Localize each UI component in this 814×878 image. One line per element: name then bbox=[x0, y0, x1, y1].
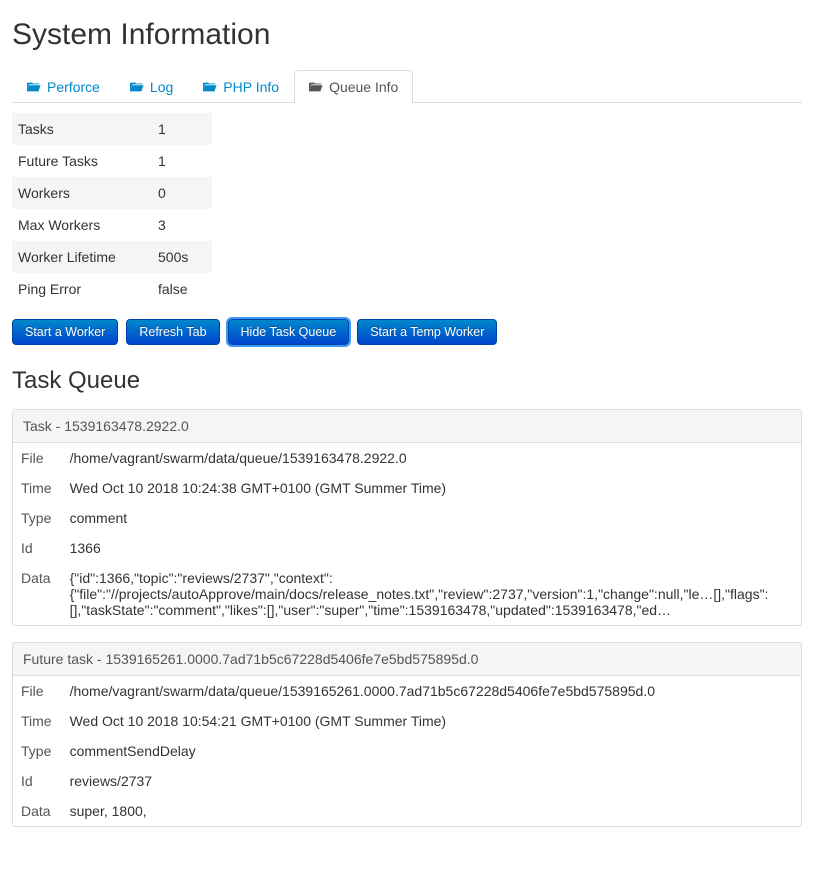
stat-value: 500s bbox=[152, 241, 212, 273]
task-queue-title: Task Queue bbox=[12, 367, 802, 395]
stat-label: Worker Lifetime bbox=[12, 241, 152, 273]
field-value: /home/vagrant/swarm/data/queue/153916526… bbox=[62, 676, 801, 706]
field-value: {"id":1366,"topic":"reviews/2737","conte… bbox=[62, 563, 801, 625]
table-row: Worker Lifetime 500s bbox=[12, 241, 212, 273]
tab-perforce[interactable]: Perforce bbox=[12, 70, 115, 103]
field-label: File bbox=[13, 676, 62, 706]
start-worker-button[interactable]: Start a Worker bbox=[12, 319, 118, 345]
button-bar: Start a Worker Refresh Tab Hide Task Que… bbox=[12, 319, 802, 345]
task-fields: File /home/vagrant/swarm/data/queue/1539… bbox=[13, 443, 801, 625]
table-row: Type commentSendDelay bbox=[13, 736, 801, 766]
page-title: System Information bbox=[12, 18, 802, 52]
table-row: Workers 0 bbox=[12, 177, 212, 209]
folder-open-icon bbox=[130, 80, 144, 94]
field-value: Wed Oct 10 2018 10:24:38 GMT+0100 (GMT S… bbox=[62, 473, 801, 503]
stat-value: 3 bbox=[152, 209, 212, 241]
stat-label: Ping Error bbox=[12, 273, 152, 305]
stat-value: false bbox=[152, 273, 212, 305]
task-panel: Task - 1539163478.2922.0 File /home/vagr… bbox=[12, 409, 802, 626]
table-row: Data {"id":1366,"topic":"reviews/2737","… bbox=[13, 563, 801, 625]
table-row: Time Wed Oct 10 2018 10:24:38 GMT+0100 (… bbox=[13, 473, 801, 503]
field-label: Time bbox=[13, 706, 62, 736]
table-row: Type comment bbox=[13, 503, 801, 533]
stat-label: Tasks bbox=[12, 113, 152, 145]
table-row: Time Wed Oct 10 2018 10:54:21 GMT+0100 (… bbox=[13, 706, 801, 736]
field-label: Data bbox=[13, 563, 62, 625]
future-task-panel: Future task - 1539165261.0000.7ad71b5c67… bbox=[12, 642, 802, 827]
stat-value: 1 bbox=[152, 145, 212, 177]
stats-table: Tasks 1 Future Tasks 1 Workers 0 Max Wor… bbox=[12, 113, 212, 305]
refresh-tab-button[interactable]: Refresh Tab bbox=[126, 319, 219, 345]
tab-label: Perforce bbox=[47, 79, 100, 95]
tab-label: PHP Info bbox=[223, 79, 279, 95]
table-row: Data super, 1800, bbox=[13, 796, 801, 826]
table-row: Ping Error false bbox=[12, 273, 212, 305]
future-task-panel-header: Future task - 1539165261.0000.7ad71b5c67… bbox=[13, 643, 801, 676]
field-label: Id bbox=[13, 766, 62, 796]
task-panel-header: Task - 1539163478.2922.0 bbox=[13, 410, 801, 443]
stat-label: Workers bbox=[12, 177, 152, 209]
field-value: /home/vagrant/swarm/data/queue/153916347… bbox=[62, 443, 801, 473]
table-row: File /home/vagrant/swarm/data/queue/1539… bbox=[13, 676, 801, 706]
field-label: Data bbox=[13, 796, 62, 826]
tab-label: Queue Info bbox=[329, 79, 398, 95]
table-row: File /home/vagrant/swarm/data/queue/1539… bbox=[13, 443, 801, 473]
field-label: Type bbox=[13, 503, 62, 533]
tabs: Perforce Log PHP Info Queue Info bbox=[12, 70, 802, 103]
table-row: Tasks 1 bbox=[12, 113, 212, 145]
stat-value: 1 bbox=[152, 113, 212, 145]
field-value: commentSendDelay bbox=[62, 736, 801, 766]
future-task-fields: File /home/vagrant/swarm/data/queue/1539… bbox=[13, 676, 801, 826]
stat-value: 0 bbox=[152, 177, 212, 209]
field-value: super, 1800, bbox=[62, 796, 801, 826]
tab-queue-info[interactable]: Queue Info bbox=[294, 70, 413, 103]
field-value: comment bbox=[62, 503, 801, 533]
field-value: 1366 bbox=[62, 533, 801, 563]
stat-label: Future Tasks bbox=[12, 145, 152, 177]
table-row: Max Workers 3 bbox=[12, 209, 212, 241]
field-label: Type bbox=[13, 736, 62, 766]
stat-label: Max Workers bbox=[12, 209, 152, 241]
field-label: File bbox=[13, 443, 62, 473]
tab-php-info[interactable]: PHP Info bbox=[188, 70, 294, 103]
start-temp-worker-button[interactable]: Start a Temp Worker bbox=[357, 319, 497, 345]
table-row: Id 1366 bbox=[13, 533, 801, 563]
field-label: Id bbox=[13, 533, 62, 563]
field-label: Time bbox=[13, 473, 62, 503]
hide-task-queue-button[interactable]: Hide Task Queue bbox=[228, 319, 350, 345]
folder-open-icon bbox=[27, 80, 41, 94]
table-row: Id reviews/2737 bbox=[13, 766, 801, 796]
tab-log[interactable]: Log bbox=[115, 70, 188, 103]
table-row: Future Tasks 1 bbox=[12, 145, 212, 177]
field-value: reviews/2737 bbox=[62, 766, 801, 796]
field-value: Wed Oct 10 2018 10:54:21 GMT+0100 (GMT S… bbox=[62, 706, 801, 736]
folder-open-icon bbox=[203, 80, 217, 94]
folder-open-icon bbox=[309, 80, 323, 94]
tab-label: Log bbox=[150, 79, 173, 95]
